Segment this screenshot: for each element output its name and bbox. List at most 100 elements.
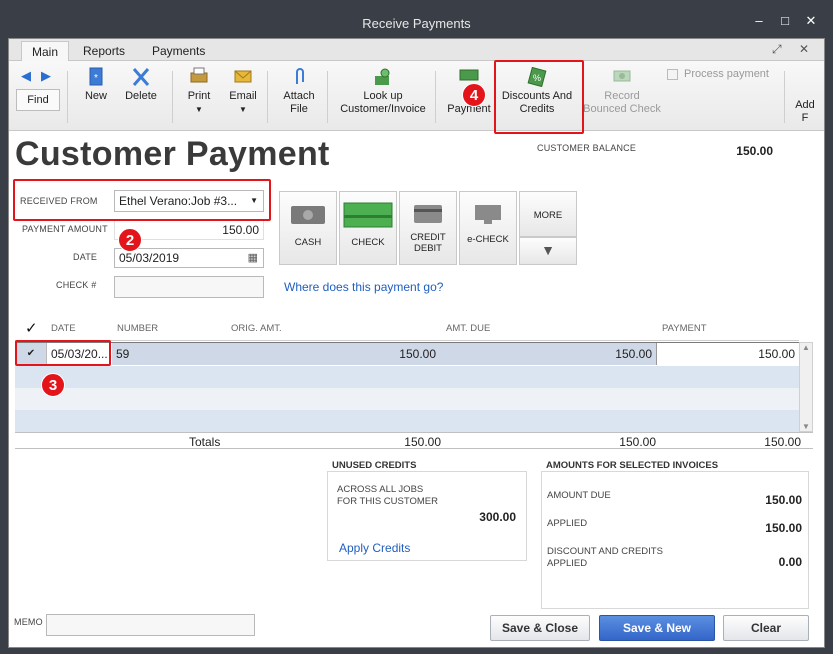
column-header-payment[interactable]: PAYMENT [662,323,707,334]
prev-arrow-icon[interactable]: ◀ [21,68,31,84]
collapse-icon[interactable]: ✕ [799,42,809,56]
amounts-title: AMOUNTS FOR SELECTED INVOICES [546,460,719,471]
clear-button[interactable]: Clear [723,615,809,641]
close-icon[interactable]: ✕ [804,14,818,28]
date-input[interactable]: 05/03/2019 ▦ [114,248,264,268]
totals-orig-amt: 150.00 [404,435,441,449]
echeck-method-button[interactable]: e-CHECK [459,191,517,265]
customer-balance-label: CUSTOMER BALANCE [537,143,637,153]
credit-debit-method-button[interactable]: CREDIT DEBIT [399,191,457,265]
cash-method-button[interactable]: CASH [279,191,337,265]
next-arrow-icon[interactable]: ▶ [41,68,51,84]
check-number-input[interactable] [114,276,264,298]
discount-credits-label-2: APPLIED [547,558,588,569]
toolbar: ◀ ▶ Find * New Delete Print ▼ Email ▼ Atta… [9,61,824,131]
column-header-amt-due[interactable]: AMT. DUE [446,323,490,334]
column-header-date[interactable]: DATE [51,323,76,334]
tab-payments[interactable]: Payments [142,41,215,61]
more-methods-dropdown[interactable]: ▼ [519,237,577,265]
totals-payment: 150.00 [764,435,801,449]
across-jobs-label-2: FOR THIS CUSTOMER [337,496,438,507]
tab-reports[interactable]: Reports [73,41,135,61]
apply-credits-link[interactable]: Apply Credits [339,541,410,555]
highlight-invoice-row [15,340,111,366]
table-row-empty [15,366,799,388]
check-number-label: CHECK # [56,280,97,290]
discount-credits-value: 0.00 [778,555,802,569]
calendar-icon[interactable]: ▦ [248,249,258,267]
date-label: DATE [73,252,98,262]
envelope-icon [234,70,252,83]
amount-due-value: 150.00 [765,493,802,507]
row-amt-due: 150.00 [440,343,656,365]
print-button[interactable]: Print ▼ [184,67,214,116]
date-value: 05/03/2019 [119,251,180,265]
more-methods-button[interactable]: MORE [519,191,577,237]
receive-payments-window: Main Reports Payments ⤢ ✕ ◀ ▶ Find * New… [8,38,825,648]
step-badge-4: 4 [462,83,486,107]
minimize-icon[interactable]: – [752,14,766,28]
find-button[interactable]: Find [16,89,60,111]
check-all-header[interactable]: ✓ [25,319,38,337]
row-number: 59 [112,343,225,365]
check-icon [343,202,393,228]
highlight-received-from [13,179,271,221]
table-row[interactable]: ✔ 05/03/20... 59 150.00 150.00 150.00 [15,342,799,365]
applied-value: 150.00 [765,521,802,535]
table-row-empty [15,388,799,410]
invoice-table: ✓ DATE NUMBER ORIG. AMT. AMT. DUE PAYMEN… [15,319,813,449]
amount-due-label: AMOUNT DUE [547,490,611,501]
window-title: Receive Payments [362,16,471,31]
echeck-monitor-icon [475,205,501,224]
unused-credits-title: UNUSED CREDITS [332,460,417,471]
email-button[interactable]: Email ▼ [227,67,259,116]
payment-amount-label: PAYMENT AMOUNT [22,224,108,234]
new-button[interactable]: * New [81,67,111,103]
new-document-icon: * [89,67,103,86]
applied-label: APPLIED [547,518,588,529]
add-button-partial[interactable]: Add F [791,99,819,125]
column-header-orig-amt[interactable]: ORIG. AMT. [231,323,282,334]
lookup-person-icon [375,68,390,85]
record-bounced-check-button[interactable]: Record Bounced Check [580,67,664,116]
page-title: Customer Payment [15,135,330,173]
lookup-customer-invoice-button[interactable]: Look up Customer/Invoice [336,67,430,116]
ribbon-tabs: Main Reports Payments ⤢ ✕ [9,39,824,62]
table-row-empty [15,410,799,432]
amounts-panel: AMOUNT DUE 150.00 APPLIED 150.00 DISCOUN… [541,471,809,609]
maximize-icon[interactable]: □ [778,14,792,28]
triangle-down-icon: ▼ [541,242,555,258]
scroll-up-icon[interactable]: ▲ [800,343,812,352]
credit-debit-label: CREDIT DEBIT [410,232,446,254]
paperclip-icon [296,68,304,84]
totals-label: Totals [189,435,221,449]
email-dropdown-icon: ▼ [239,105,247,114]
across-jobs-label-1: ACROSS ALL JOBS [337,484,424,495]
cash-icon [291,206,325,224]
row-payment[interactable]: 150.00 [656,343,799,365]
bounced-check-icon [613,70,631,82]
svg-text:*: * [94,73,98,84]
save-close-button[interactable]: Save & Close [490,615,590,641]
check-method-button[interactable]: CHECK [339,191,397,265]
column-header-number[interactable]: NUMBER [117,323,158,334]
step-badge-3: 3 [41,373,65,397]
memo-input[interactable] [46,614,255,636]
where-does-payment-go-link[interactable]: Where does this payment go? [284,280,443,294]
unused-credits-panel: ACROSS ALL JOBS FOR THIS CUSTOMER 300.00… [327,471,527,561]
credit-card-icon [414,205,442,223]
tab-main[interactable]: Main [21,41,70,62]
scroll-down-icon[interactable]: ▼ [800,422,812,431]
delete-button[interactable]: Delete [122,67,160,103]
table-scrollbar[interactable]: ▲ ▼ [799,342,813,432]
printer-icon [190,67,208,83]
save-new-button[interactable]: Save & New [599,615,715,641]
attach-file-button[interactable]: Attach File [281,67,317,116]
memo-label: MEMO [14,617,43,627]
row-orig-amt: 150.00 [225,343,440,365]
delete-x-icon [132,68,150,86]
process-payment-checkbox[interactable] [667,69,678,80]
print-dropdown-icon: ▼ [195,105,203,114]
highlight-discounts-credits [494,60,584,134]
expand-icon[interactable]: ⤢ [772,42,782,57]
